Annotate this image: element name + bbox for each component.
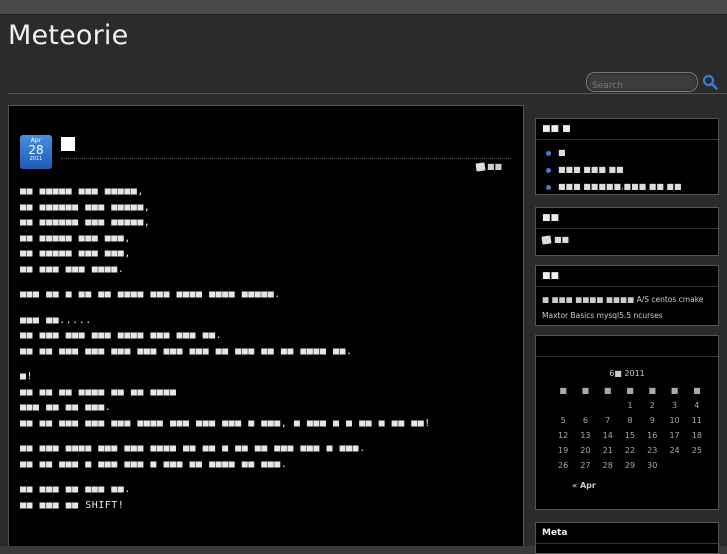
calendar-day: 20 <box>580 446 591 455</box>
category-link[interactable]: ■■ <box>554 235 569 244</box>
site-title[interactable]: Meteorie <box>8 20 128 51</box>
calendar-week: 19 20 21 22 23 24 25 <box>552 443 708 458</box>
post-body: ■■ ■■■■■ ■■■ ■■■■■, ■■ ■■■■■■ ■■■ ■■■■■,… <box>20 184 515 513</box>
post-paragraph: ■■ ■■■ ■■■■ ■■■ ■■■ ■■■■ ■■ ■■ ■ ■■ ■■ ■… <box>20 443 366 470</box>
calendar-week: 5 6 7 8 9 10 11 <box>552 413 708 428</box>
calendar-day: 21 <box>602 446 613 455</box>
calendar-day: 24 <box>669 446 680 455</box>
tag-cloud[interactable]: ■ ■■■ ■■■■ ■■■■ A/S centos cmake Maxtor … <box>536 287 718 329</box>
calendar-day: 9 <box>649 416 655 425</box>
bullet-icon <box>546 185 551 190</box>
recent-post-link[interactable]: ■■■ ■■■■■,■■■ ■■ ■■ <box>558 182 682 191</box>
calendar-day: 29 <box>624 461 636 470</box>
calendar-day: 12 <box>558 431 569 440</box>
post-title[interactable] <box>61 137 75 151</box>
post-meta[interactable]: ■■ <box>475 161 503 172</box>
calendar-prev-link[interactable]: « Apr <box>572 481 596 490</box>
category-icon <box>541 234 552 245</box>
calendar-day: 5 <box>560 416 566 425</box>
calendar-day: 6 <box>582 416 588 425</box>
calendar-widget: 6■ 2011 ■ ■ ■ ■ ■ ■ ■ 1 2 3 4 5 6 7 8 9 … <box>535 335 719 510</box>
date-badge: Apr 28 2011 <box>20 135 52 169</box>
meta-widget: Meta <box>535 522 719 554</box>
category-item[interactable]: ■■ <box>536 229 718 250</box>
calendar-day: 13 <box>580 431 591 440</box>
calendar-day: 23 <box>647 446 658 455</box>
widget-title: ■■ <box>536 208 718 229</box>
bullet-icon <box>546 168 551 173</box>
weekday: ■ <box>648 386 657 395</box>
list-item[interactable]: ■■■ ■■■■■,■■■ ■■ ■■ <box>546 180 718 197</box>
weekday: ■ <box>670 386 679 395</box>
list-item[interactable]: ■ <box>546 146 718 163</box>
calendar-table: ■ ■ ■ ■ ■ ■ ■ 1 2 3 4 5 6 7 8 9 10 11 12 <box>552 383 708 473</box>
calendar-day: 4 <box>694 401 700 410</box>
calendar-day: 7 <box>605 416 611 425</box>
calendar-day: 25 <box>691 446 702 455</box>
calendar-day: 1 <box>627 401 633 410</box>
post-paragraph: ■■ ■■■ ■■ ■■■ ■■. ■■ ■■■ ■■ SHIFT! <box>20 484 131 511</box>
calendar-week: 1 2 3 4 <box>552 398 708 413</box>
calendar-weekdays: ■ ■ ■ ■ ■ ■ ■ <box>552 383 708 398</box>
browser-top-bar <box>0 0 727 15</box>
search-input[interactable] <box>592 81 692 91</box>
categories-widget: ■■ ■■ <box>535 207 719 256</box>
tags-widget: ■■ ■ ■■■ ■■■■ ■■■■ A/S centos cmake Maxt… <box>535 265 719 326</box>
weekday: ■ <box>603 386 612 395</box>
widget-title: ■■ <box>536 266 718 287</box>
recent-post-link[interactable]: ■ <box>558 148 566 157</box>
date-year: 2011 <box>29 156 43 162</box>
calendar-day: 22 <box>624 446 636 455</box>
calendar-day <box>574 398 596 413</box>
calendar-day: 17 <box>669 431 680 440</box>
calendar-day: 16 <box>647 431 658 440</box>
post-paragraph: ■■■ ■■..... ■■ ■■■ ■■■ ■■■ ■■■■ ■■■ ■■■ … <box>20 314 353 357</box>
calendar-day: 8 <box>627 416 633 425</box>
search-icon[interactable] <box>702 74 718 90</box>
calendar-day: 26 <box>558 461 569 470</box>
calendar-week: 12 13 14 15 16 17 18 <box>552 428 708 443</box>
calendar-day: 30 <box>647 461 658 470</box>
recent-posts-list: ■ ■■■ ■■■ ■■ ■■■ ■■■■■,■■■ ■■ ■■ <box>536 146 718 197</box>
calendar-caption: 6■ 2011 <box>609 369 645 378</box>
search-box[interactable] <box>586 72 698 92</box>
header-divider <box>8 93 727 94</box>
comment-icon <box>475 161 486 172</box>
calendar-day <box>597 398 619 413</box>
post-paragraph: ■■ ■■■■■ ■■■ ■■■■■, ■■ ■■■■■■ ■■■ ■■■■■,… <box>20 186 151 275</box>
post-paragraph: ■! ■■ ■■ ■■ ■■■■ ■■ ■■ ■■■■ ■■■ ■■ ■■ ■■… <box>20 371 431 429</box>
weekday: ■ <box>581 386 590 395</box>
calendar-day: 11 <box>691 416 702 425</box>
widget-title: Meta <box>536 523 718 544</box>
calendar-day: 10 <box>669 416 680 425</box>
calendar-day <box>663 458 685 473</box>
weekday: ■ <box>559 386 567 395</box>
widget-title <box>536 336 718 357</box>
calendar-day: 27 <box>580 461 591 470</box>
widget-title: ■■ ■ <box>536 119 718 140</box>
date-day: 28 <box>28 143 44 157</box>
post-meta-label: ■■ <box>487 162 503 171</box>
calendar-day: 15 <box>624 431 636 440</box>
post-divider <box>61 158 511 159</box>
calendar-day: 2 <box>649 401 655 410</box>
post-area: Apr 28 2011 ■■ ■■ ■■■■■ ■■■ ■■■■■, ■■ ■■… <box>8 105 524 546</box>
calendar-day <box>686 458 708 473</box>
calendar-day: 14 <box>602 431 613 440</box>
calendar-day: 18 <box>691 431 702 440</box>
calendar-week: 26 27 28 29 30 <box>552 458 708 473</box>
weekday: ■ <box>693 386 701 395</box>
weekday: ■ <box>626 386 634 395</box>
bullet-icon <box>546 151 551 156</box>
calendar-day: 28 <box>602 461 613 470</box>
calendar-day: 19 <box>558 446 569 455</box>
recent-post-link[interactable]: ■■■ ■■■ ■■ <box>558 165 624 174</box>
recent-posts-widget: ■■ ■ ■ ■■■ ■■■ ■■ ■■■ ■■■■■,■■■ ■■ ■■ <box>535 118 719 195</box>
post-paragraph: ■■■ ■■ ■ ■■ ■■ ■■■■ ■■■ ■■■■ ■■■■ ■■■■■. <box>20 289 281 300</box>
list-item[interactable]: ■■■ ■■■ ■■ <box>546 163 718 180</box>
calendar-day: 3 <box>672 401 678 410</box>
calendar-day <box>552 398 574 413</box>
